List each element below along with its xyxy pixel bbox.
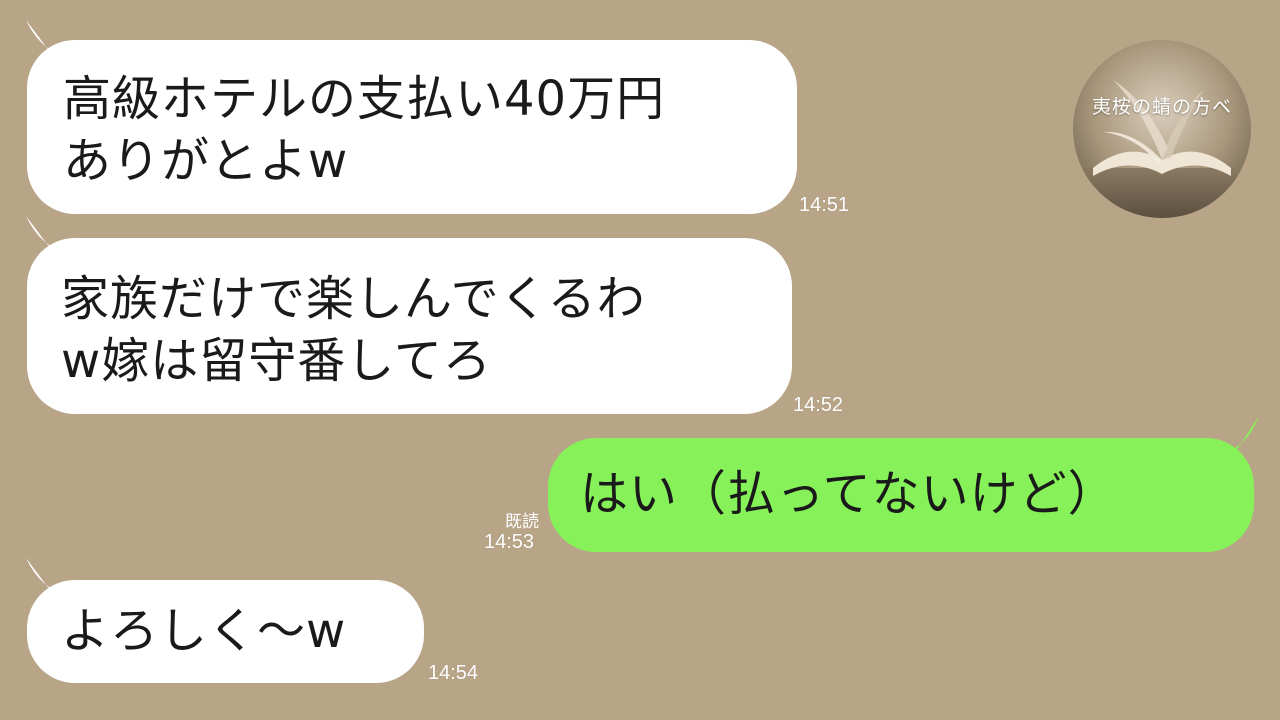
- message-bubble-incoming[interactable]: よろしく～w: [27, 580, 424, 683]
- message-text: はい（払ってないけど）: [580, 466, 1117, 522]
- message-timestamp: 14:52: [793, 394, 844, 416]
- open-book-logo-icon: [1073, 40, 1251, 218]
- message-text: ありがとよw: [63, 133, 349, 189]
- message-timestamp: 14:53: [484, 531, 535, 553]
- message-text: 家族だけで楽しんでくるわ: [61, 271, 646, 327]
- message-text: w嫁は留守番してろ: [61, 333, 492, 389]
- message-text: よろしく～w: [61, 603, 347, 659]
- read-receipt: 既読: [505, 512, 539, 532]
- message-bubble-incoming[interactable]: 高級ホテルの支払い40万円 ありがとよw: [27, 40, 797, 214]
- message-timestamp: 14:54: [428, 662, 479, 684]
- channel-logo: 夷桉の蜻の方ベ: [1073, 40, 1251, 218]
- logo-text: 夷桉の蜻の方ベ: [1091, 96, 1232, 118]
- message-text: 高級ホテルの支払い40万円: [63, 71, 666, 127]
- message-bubble-incoming[interactable]: 家族だけで楽しんでくるわ w嫁は留守番してろ: [27, 238, 792, 414]
- message-bubble-outgoing[interactable]: はい（払ってないけど）: [548, 438, 1254, 552]
- message-timestamp: 14:51: [799, 194, 850, 216]
